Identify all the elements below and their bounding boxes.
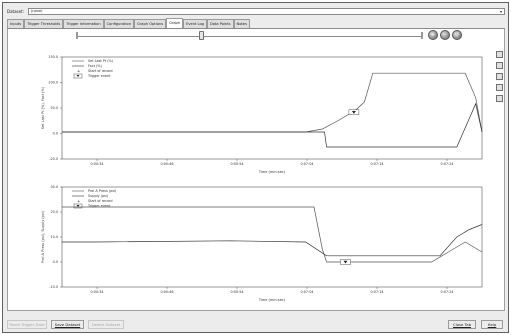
y-tick-label: 30.0: [50, 185, 58, 189]
help-button[interactable]: Help: [481, 320, 503, 329]
app-window: Dataset: (none) ▾ Inputs Trigger Threshol…: [2, 2, 509, 333]
x-axis-label: Time (mm:sec): [258, 170, 286, 174]
y-tick-label: 150.0: [48, 55, 58, 59]
y-tick-label: -10.0: [49, 285, 58, 289]
chart-icon[interactable]: [496, 51, 503, 58]
legend-label: Start of record: [88, 69, 113, 73]
dataset-row: Dataset: (none) ▾: [7, 7, 505, 16]
list-icon[interactable]: [496, 73, 503, 80]
chart-bottom-svg: 30.0 20.0 10.0 0.0 -10.0 0:00:34 0:00:46 0:00:5…: [41, 185, 483, 302]
chart-bottom: 30.0 20.0 10.0 0.0 -10.0 0:00:34 0:00:46 0:00:5…: [12, 179, 490, 305]
export-icon[interactable]: [496, 84, 503, 91]
series-line: [62, 72, 483, 133]
save-dataset-button[interactable]: Save Dataset: [51, 320, 84, 329]
y-axis-label: Set Last Pt (%), Fact (%): [41, 86, 45, 129]
slider-end-cap: [421, 32, 423, 39]
chart-top: 150.0 100.0 50.0 0.0 -20.0 0:00:34 0:00:46 0:00…: [12, 49, 490, 177]
dataset-label: Dataset:: [7, 9, 25, 14]
y-axis-label: Prol A Press (psi), Supply (psi): [41, 210, 45, 263]
time-slider-thumb[interactable]: [199, 31, 205, 40]
x-tick-label: 0:07:04: [300, 162, 313, 166]
tab-configuration[interactable]: Configuration: [103, 19, 135, 28]
dataset-value: (none): [31, 9, 43, 13]
delete-dataset-button[interactable]: Delete Dataset: [88, 320, 124, 329]
y-tick-label: -20.0: [49, 157, 58, 161]
tab-event-log[interactable]: Event Log: [183, 19, 207, 28]
x-tick-label: 0:00:54: [230, 162, 243, 166]
tab-notes[interactable]: Notes: [233, 19, 250, 28]
series-line: [62, 206, 483, 263]
x-tick-label: 0:07:04: [300, 290, 313, 294]
zoom-reset-icon[interactable]: ↺: [452, 30, 462, 40]
zoom-out-icon[interactable]: −: [440, 30, 450, 40]
grid-icon[interactable]: [496, 62, 503, 69]
legend-label: Fact (%): [88, 64, 103, 68]
x-tick-label: 0:00:46: [160, 162, 173, 166]
tab-trigger-information[interactable]: Trigger Information: [63, 19, 104, 28]
zoom-in-icon[interactable]: +: [428, 30, 438, 40]
legend-label: Set Last Pt (%): [88, 59, 114, 63]
y-tick-label: 0.0: [53, 260, 58, 264]
x-tick-label: 0:07:24: [440, 162, 453, 166]
tab-data-points[interactable]: Data Points: [206, 19, 234, 28]
x-axis-label: Time (mm:sec): [258, 298, 286, 302]
tab-graph[interactable]: Graph: [166, 18, 184, 28]
print-icon[interactable]: [496, 95, 503, 102]
x-tick-label: 0:00:54: [230, 290, 243, 294]
legend-label: Prol A Press (psi): [88, 189, 117, 193]
plot-area: [61, 186, 483, 288]
y-tick-label: 10.0: [50, 235, 58, 239]
series-line: [62, 102, 483, 148]
x-tick-label: 0:07:14: [370, 290, 383, 294]
tab-graph-options[interactable]: Graph Options: [134, 19, 167, 28]
chevron-down-icon[interactable]: ▾: [498, 9, 504, 14]
x-tick-label: 0:00:34: [90, 290, 103, 294]
x-tick-label: 0:00:46: [160, 290, 173, 294]
legend-label: Trigger event: [87, 204, 111, 208]
x-tick-label: 0:07:24: [440, 290, 453, 294]
legend-label: Trigger event: [87, 74, 111, 78]
y-tick-label: 20.0: [50, 210, 58, 214]
y-tick-label: 100.0: [48, 81, 58, 85]
legend-swatch: +: [77, 198, 80, 203]
y-tick-label: 0.0: [53, 132, 58, 136]
series-line: [62, 224, 483, 257]
dataset-select[interactable]: (none) ▾: [28, 8, 505, 15]
x-tick-label: 0:07:14: [370, 162, 383, 166]
tab-inputs[interactable]: Inputs: [7, 19, 25, 28]
legend-swatch: +: [77, 68, 80, 73]
tab-trigger-thresholds[interactable]: Trigger Thresholds: [24, 19, 64, 28]
legend-label: Supply (psi): [88, 194, 109, 198]
x-tick-label: 0:00:34: [90, 162, 103, 166]
reset-trigger-button[interactable]: Reset Trigger Data: [7, 320, 47, 329]
close-tab-button[interactable]: Close Tab: [448, 320, 476, 329]
y-tick-label: 50.0: [50, 106, 58, 110]
chart-top-svg: 150.0 100.0 50.0 0.0 -20.0 0:00:34 0:00:46 0:00…: [41, 55, 483, 174]
bottom-bar: Reset Trigger Data Save Dataset Delete D…: [7, 315, 505, 333]
plot-area: [61, 56, 483, 160]
time-slider-track[interactable]: [78, 36, 421, 37]
graph-panel: + − ↺ 150.0 100.0 50.0 0.0 -20.0 0:00:34 0:00:…: [7, 29, 505, 311]
legend-label: Start of record: [88, 199, 113, 203]
tab-bar: Inputs Trigger Thresholds Trigger Informat…: [7, 18, 505, 29]
